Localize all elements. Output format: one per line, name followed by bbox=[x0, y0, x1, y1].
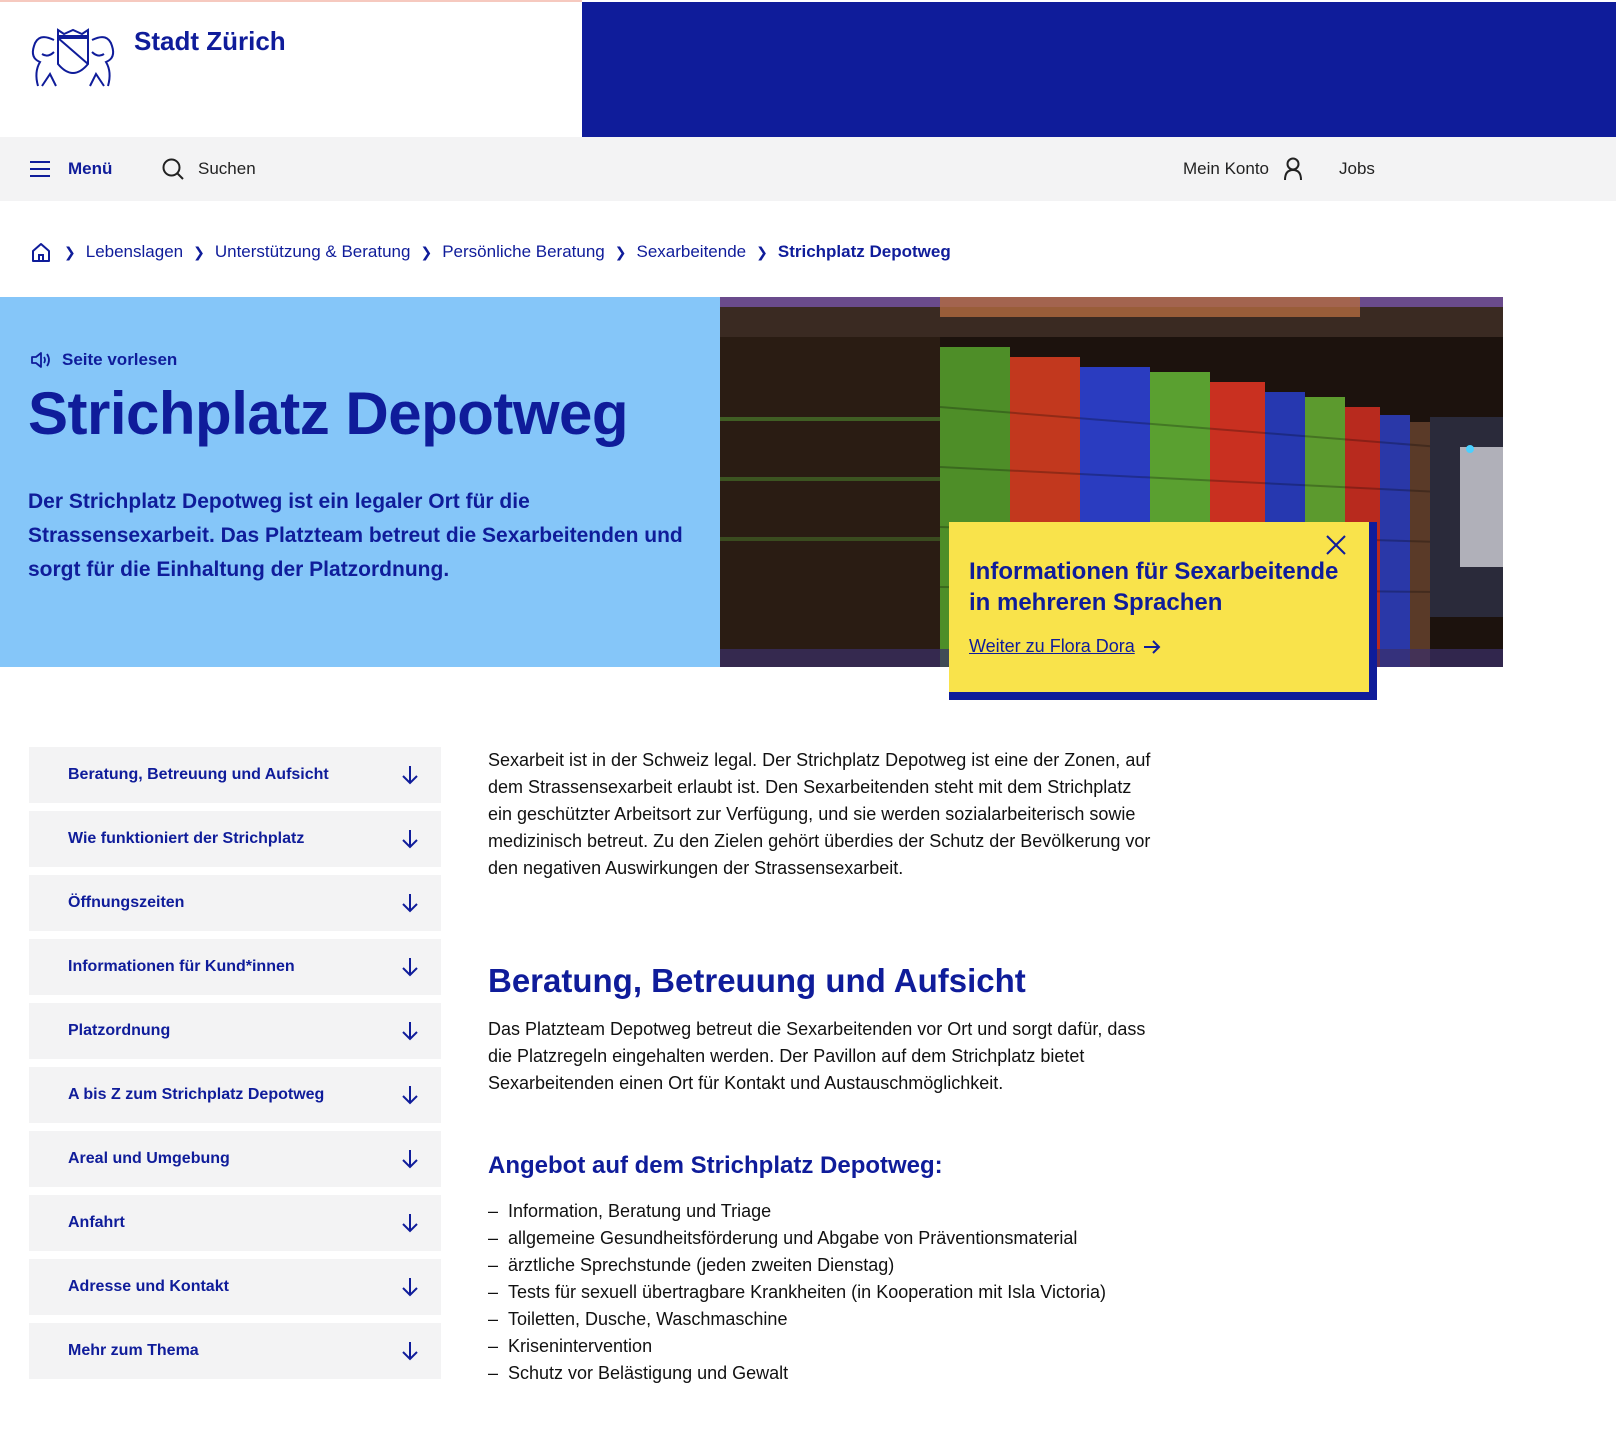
accordion-label: Areal und Umgebung bbox=[68, 1150, 230, 1167]
accordion-item[interactable]: Mehr zum Thema bbox=[29, 1323, 441, 1379]
accordion-item[interactable]: Öffnungszeiten bbox=[29, 875, 441, 931]
hero-lead: Der Strichplatz Depotweg ist ein legaler… bbox=[28, 490, 683, 581]
speaker-icon bbox=[31, 352, 50, 368]
list-item-text: allgemeine Gesundheitsförderung und Abga… bbox=[508, 1228, 1078, 1248]
list-item-text: Tests für sexuell übertragbare Krankheit… bbox=[508, 1282, 1106, 1302]
offer-heading: Angebot auf dem Strichplatz Depotweg: bbox=[488, 1152, 943, 1179]
close-icon[interactable] bbox=[1325, 534, 1347, 556]
list-item-text: ärztliche Sprechstunde (jeden zweiten Di… bbox=[508, 1255, 895, 1275]
breadcrumb-item[interactable]: Persönliche Beratung bbox=[442, 242, 605, 262]
arrow-down-icon bbox=[402, 1214, 418, 1233]
accordion-item[interactable]: Wie funktioniert der Strichplatz bbox=[29, 811, 441, 867]
chevron-right-icon: ❯ bbox=[193, 243, 205, 260]
search-icon bbox=[162, 158, 184, 180]
hero-text-panel: Seite vorlesen Strichplatz Depotweg Der … bbox=[0, 297, 720, 667]
list-item: – ärztliche Sprechstunde (jeden zweiten D… bbox=[488, 1252, 1158, 1279]
accordion-label: Platzordnung bbox=[68, 1022, 171, 1039]
page-title: Strichplatz Depotweg bbox=[28, 380, 629, 447]
accordion-item[interactable]: A bis Z zum Strichplatz Depotweg bbox=[29, 1067, 441, 1123]
accordion-label: A bis Z zum Strichplatz Depotweg bbox=[68, 1086, 325, 1103]
list-item: – allgemeine Gesundheitsförderung und Abg… bbox=[488, 1225, 1158, 1252]
offer-list: – Information, Beratung und Triage – allge… bbox=[488, 1198, 1158, 1387]
arrow-down-icon bbox=[402, 1278, 418, 1297]
home-icon[interactable] bbox=[30, 241, 52, 263]
chevron-right-icon: ❯ bbox=[64, 243, 76, 260]
list-item: – Information, Beratung und Triage bbox=[488, 1198, 1158, 1225]
list-item-text: Toiletten, Dusche, Waschmaschine bbox=[508, 1309, 788, 1329]
arrow-down-icon bbox=[402, 1342, 418, 1361]
chevron-right-icon: ❯ bbox=[420, 243, 433, 260]
list-item-text: Information, Beratung und Triage bbox=[508, 1201, 772, 1221]
site-brand[interactable]: Stadt Zürich bbox=[134, 26, 286, 57]
accordion-label: Beratung, Betreuung und Aufsicht bbox=[68, 766, 329, 783]
jobs-link[interactable]: Jobs bbox=[1339, 137, 1375, 201]
accordion-item[interactable]: Platzordnung bbox=[29, 1003, 441, 1059]
chevron-right-icon: ❯ bbox=[756, 243, 768, 260]
accordion-item[interactable]: Areal und Umgebung bbox=[29, 1131, 441, 1187]
list-item-text: Krisenintervention bbox=[508, 1336, 653, 1356]
read-aloud-button[interactable]: Seite vorlesen bbox=[30, 350, 177, 370]
main-content: Sexarbeit ist in der Schweiz legal. Der … bbox=[488, 747, 1158, 1387]
intro-paragraph: Sexarbeit ist in der Schweiz legal. Der … bbox=[488, 750, 1151, 878]
user-icon bbox=[1284, 157, 1302, 181]
arrow-down-icon bbox=[402, 958, 418, 977]
read-aloud-label: Seite vorlesen bbox=[62, 350, 178, 369]
arrow-right-icon bbox=[1143, 639, 1161, 654]
hamburger-icon bbox=[30, 161, 50, 177]
accordion-label: Öffnungszeiten bbox=[68, 894, 185, 911]
breadcrumb-item[interactable]: Lebenslagen bbox=[86, 242, 183, 262]
arrow-down-icon bbox=[402, 766, 418, 785]
flora-dora-link-label: Weiter zu Flora Dora bbox=[969, 636, 1135, 656]
chevron-right-icon: ❯ bbox=[614, 243, 627, 260]
accordion-item[interactable]: Informationen für Kund*innen bbox=[29, 939, 441, 995]
accordion-label: Adresse und Kontakt bbox=[68, 1278, 229, 1295]
arrow-down-icon bbox=[402, 1150, 418, 1169]
accordion-label: Informationen für Kund*innen bbox=[68, 958, 295, 975]
breadcrumb: ❯ Lebenslagen ❯ Unterstützung & Beratung… bbox=[30, 236, 951, 268]
breadcrumb-item[interactable]: Unterstützung & Beratung bbox=[215, 242, 411, 262]
menu-label: Menü bbox=[68, 159, 113, 178]
info-box-panel: Informationen für Sexarbeitende in mehre… bbox=[949, 522, 1369, 692]
header-blue-band bbox=[582, 2, 1616, 137]
search-label: Suchen bbox=[198, 159, 256, 178]
account-label: Mein Konto bbox=[1183, 159, 1269, 178]
section-accordion: Beratung, Betreuung und Aufsicht Wie fun… bbox=[29, 747, 441, 1387]
list-item: – Schutz vor Belästigung und Gewalt bbox=[488, 1360, 1158, 1387]
section-paragraph: Das Platzteam Depotweg betreut die Sexar… bbox=[488, 1019, 1146, 1093]
breadcrumb-current: Strichplatz Depotweg bbox=[777, 242, 951, 261]
info-box-title: Informationen für Sexarbeitende in mehre… bbox=[969, 558, 1339, 616]
language-info-box: Informationen für Sexarbeitende in mehre… bbox=[949, 522, 1377, 700]
accordion-item[interactable]: Beratung, Betreuung und Aufsicht bbox=[29, 747, 441, 803]
site-header: Stadt Zürich bbox=[0, 0, 1616, 137]
list-item: – Toiletten, Dusche, Waschmaschine bbox=[488, 1306, 1158, 1333]
menu-button[interactable]: Menü bbox=[30, 137, 112, 201]
arrow-down-icon bbox=[402, 1086, 418, 1105]
main-nav-bar: Menü Suchen Mein Konto Jobs bbox=[0, 137, 1616, 201]
flora-dora-link[interactable]: Weiter zu Flora Dora bbox=[969, 636, 1161, 657]
arrow-down-icon bbox=[402, 830, 418, 849]
arrow-down-icon bbox=[402, 1022, 418, 1041]
search-button[interactable]: Suchen bbox=[162, 137, 256, 201]
section-heading: Beratung, Betreuung und Aufsicht bbox=[488, 962, 1026, 999]
list-item: – Krisenintervention bbox=[488, 1333, 1158, 1360]
accordion-label: Anfahrt bbox=[68, 1214, 125, 1231]
accordion-label: Wie funktioniert der Strichplatz bbox=[68, 830, 305, 847]
accordion-item[interactable]: Adresse und Kontakt bbox=[29, 1259, 441, 1315]
coat-of-arms-logo[interactable] bbox=[28, 28, 118, 92]
accordion-label: Mehr zum Thema bbox=[68, 1342, 199, 1359]
list-item: – Tests für sexuell übertragbare Krankhei… bbox=[488, 1279, 1158, 1306]
arrow-down-icon bbox=[402, 894, 418, 913]
account-button[interactable]: Mein Konto bbox=[1183, 137, 1303, 201]
accordion-item[interactable]: Anfahrt bbox=[29, 1195, 441, 1251]
list-item-text: Schutz vor Belästigung und Gewalt bbox=[508, 1363, 789, 1383]
breadcrumb-item[interactable]: Sexarbeitende bbox=[636, 242, 746, 262]
